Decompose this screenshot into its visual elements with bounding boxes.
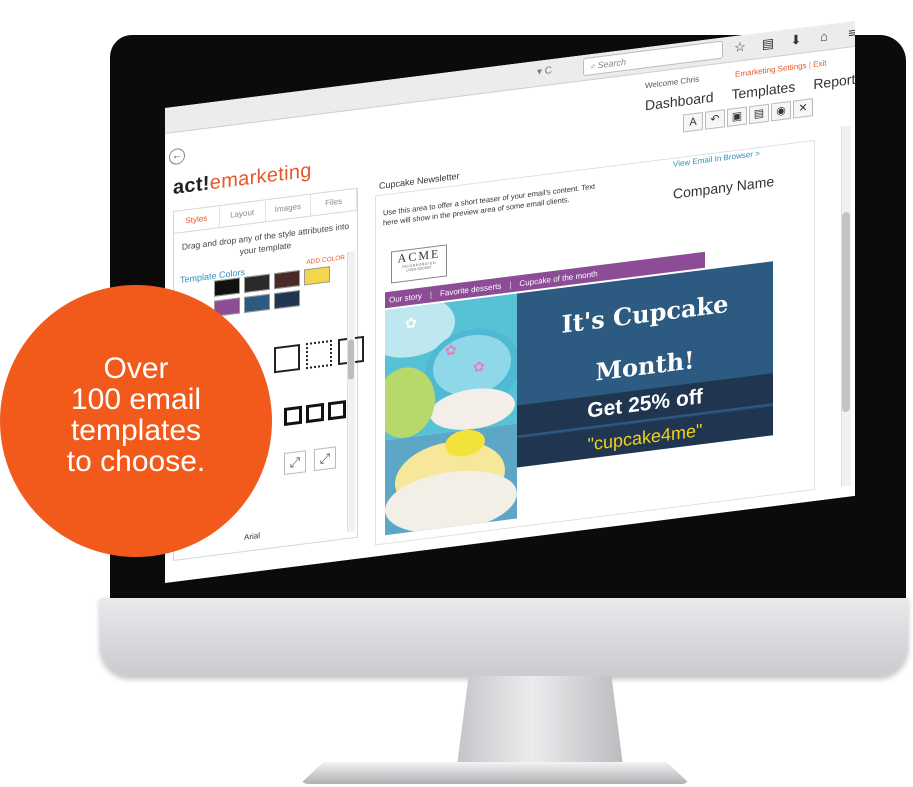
screen: ▾ C ⌕ Search ☆ ▤ ⬇ ⌂ ≡ ← Welcome Chris E… (165, 20, 855, 584)
download-icon[interactable]: ⬇ (787, 31, 805, 49)
style-panel-scroll-thumb[interactable] (348, 339, 354, 380)
undo-icon[interactable]: ↶ (705, 109, 725, 130)
menu-separator: | (429, 289, 432, 300)
font-icon[interactable]: A (683, 112, 703, 133)
nav-reports[interactable]: Reports (813, 70, 855, 92)
menu-icon[interactable]: ≡ (843, 24, 855, 42)
color-swatch[interactable] (244, 293, 270, 314)
star-icon[interactable]: ☆ (731, 38, 749, 56)
color-swatch[interactable] (274, 289, 300, 310)
logo-act: act! (173, 172, 210, 199)
border-weight-option[interactable] (306, 402, 324, 424)
promo-line: 100 email (70, 383, 202, 416)
color-swatch[interactable] (214, 277, 240, 297)
monitor-stand-foot (300, 762, 690, 784)
home-icon[interactable]: ⌂ (815, 28, 833, 46)
promo-line: to choose. (66, 445, 206, 478)
color-swatch[interactable] (244, 273, 270, 294)
welcome-text: Welcome Chris (645, 74, 700, 91)
logo-emarketing: emarketing (209, 159, 312, 195)
nav-dashboard[interactable]: Dashboard (645, 89, 714, 114)
border-solid-option[interactable] (274, 343, 300, 374)
save-icon[interactable]: ▣ (727, 106, 747, 128)
border-weight-option[interactable] (284, 405, 302, 426)
style-panel-scrollbar[interactable] (347, 250, 355, 533)
add-color-link[interactable]: ADD COLOR (306, 254, 345, 266)
reload-icon[interactable]: ▾ C (537, 65, 552, 78)
color-swatch[interactable] (274, 269, 300, 290)
search-placeholder: Search (597, 56, 627, 71)
resize-options: ⤢ ⤢ (284, 446, 336, 475)
lemon-pie-photo[interactable] (385, 423, 517, 536)
border-dotted-option[interactable] (306, 339, 332, 370)
promo-line: Over (103, 352, 169, 385)
border-weight-option[interactable] (328, 400, 346, 421)
expand-icon[interactable]: ⤢ (314, 446, 336, 472)
nav-templates[interactable]: Templates (732, 78, 796, 102)
preview-icon[interactable]: ◉ (771, 100, 791, 122)
menu-our-story[interactable]: Our story (389, 291, 422, 304)
cupcake-photo[interactable]: ✿ ✿ ✿ (385, 293, 517, 441)
menu-separator: | (509, 279, 512, 289)
back-arrow-icon[interactable]: ← (169, 147, 185, 166)
app-logo: act!emarketing (173, 159, 312, 200)
border-weight-options (284, 400, 346, 426)
promo-badge-text: Over 100 email templates to choose. (0, 353, 272, 477)
monitor-chin (100, 598, 908, 676)
color-swatch[interactable] (304, 286, 330, 305)
save-as-icon[interactable]: ▤ (749, 103, 769, 125)
exit-link[interactable]: Exit (813, 58, 826, 69)
close-icon[interactable]: ✕ (793, 98, 813, 119)
reader-icon[interactable]: ▤ (759, 35, 777, 53)
emarketing-settings-link[interactable]: Emarketing Settings (735, 61, 807, 79)
banner-headline: It's Cupcake (561, 288, 729, 339)
editor-scroll-thumb[interactable] (842, 211, 850, 413)
color-swatch[interactable] (304, 266, 330, 286)
promo-line: templates (70, 414, 202, 447)
expand-icon[interactable]: ⤢ (284, 450, 306, 475)
font-family-value[interactable]: Arial (244, 531, 260, 542)
